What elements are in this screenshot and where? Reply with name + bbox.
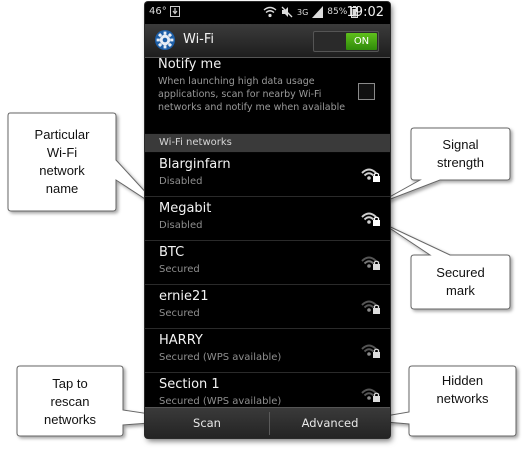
wifi-signal-lock-icon [361, 256, 380, 270]
network-status: Secured [159, 308, 200, 319]
wifi-toggle[interactable]: ON [313, 31, 379, 52]
callout-network-name: Particular Wi-Fi network name [8, 126, 116, 198]
network-name: Section 1 [159, 377, 220, 392]
wifi-signal-lock-icon [361, 212, 380, 226]
wifi-toggle-on-label: ON [346, 33, 377, 50]
callout-line: networks [436, 391, 489, 406]
network-item[interactable]: ernie21 Secured [145, 285, 390, 329]
network-name: BTC [159, 245, 185, 260]
network-status: Disabled [159, 220, 203, 231]
network-status: Disabled [159, 176, 203, 187]
bottom-action-bar: Scan Advanced [145, 407, 390, 438]
network-item[interactable]: HARRY Secured (WPS available) [145, 329, 390, 373]
battery-percent: 85% [327, 7, 348, 17]
network-item[interactable]: Megabit Disabled [145, 197, 390, 241]
network-status: Secured (WPS available) [159, 352, 282, 363]
callout-line: network [39, 163, 85, 178]
advanced-button[interactable]: Advanced [270, 408, 390, 438]
callout-hidden-networks: Hidden networks [409, 372, 516, 408]
wifi-status-icon [263, 6, 277, 18]
network-status: Secured (WPS available) [159, 396, 282, 407]
callout-line: Secured [436, 265, 485, 280]
callout-secured-mark: Secured mark [411, 264, 510, 300]
network-name: HARRY [159, 333, 203, 348]
download-icon [170, 6, 180, 17]
clock: 19:02 [346, 5, 384, 20]
network-status: Secured [159, 264, 200, 275]
callout-line: Tap to [52, 376, 88, 391]
wifi-title-bar: Wi-Fi ON [145, 24, 390, 58]
wifi-signal-lock-icon [361, 388, 380, 402]
callout-signal-strength: Signal strength [411, 136, 510, 172]
callout-line: networks [43, 412, 97, 427]
wifi-networks-header-label: Wi-Fi networks [159, 137, 232, 148]
callout-line: Particular [34, 127, 90, 142]
status-icons: 3G 85% [263, 5, 359, 19]
callout-line: mark [446, 283, 475, 298]
wifi-signal-lock-icon [361, 300, 380, 314]
callout-line: Signal [442, 137, 479, 152]
wifi-networks-header: Wi-Fi networks [145, 134, 390, 152]
wifi-signal-lock-icon [361, 344, 380, 358]
network-item[interactable]: Blarginfarn Disabled [145, 153, 390, 197]
cell-signal-icon [312, 6, 324, 18]
callout-line: strength [437, 155, 484, 170]
page-title: Wi-Fi [183, 32, 215, 47]
scan-button[interactable]: Scan [145, 408, 269, 438]
notify-me-description: When launching high data usage applicati… [158, 76, 346, 113]
phone-screen: 46° 3G 85% 19:02 Wi-Fi ON Notify me When… [145, 2, 390, 438]
network-name: Megabit [159, 201, 212, 216]
network-item[interactable]: BTC Secured [145, 241, 390, 285]
callout-line: Hidden [441, 373, 484, 388]
settings-gear-icon [155, 30, 175, 50]
mute-icon [281, 6, 293, 18]
callout-rescan: Tap to rescan networks [17, 375, 123, 429]
status-bar: 46° 3G 85% 19:02 [145, 2, 390, 24]
notify-me-title: Notify me [158, 57, 222, 72]
network-type-indicator: 3G [297, 7, 309, 17]
network-name: ernie21 [159, 289, 209, 304]
temperature-indicator: 46° [149, 6, 167, 17]
network-name: Blarginfarn [159, 157, 231, 172]
callout-line: name [45, 181, 79, 196]
notify-me-setting[interactable]: Notify me When launching high data usage… [145, 57, 390, 133]
wifi-signal-lock-icon [361, 168, 380, 182]
callout-line: Wi-Fi [46, 145, 78, 160]
callout-line: rescan [50, 394, 90, 409]
notify-me-checkbox[interactable] [358, 83, 375, 100]
